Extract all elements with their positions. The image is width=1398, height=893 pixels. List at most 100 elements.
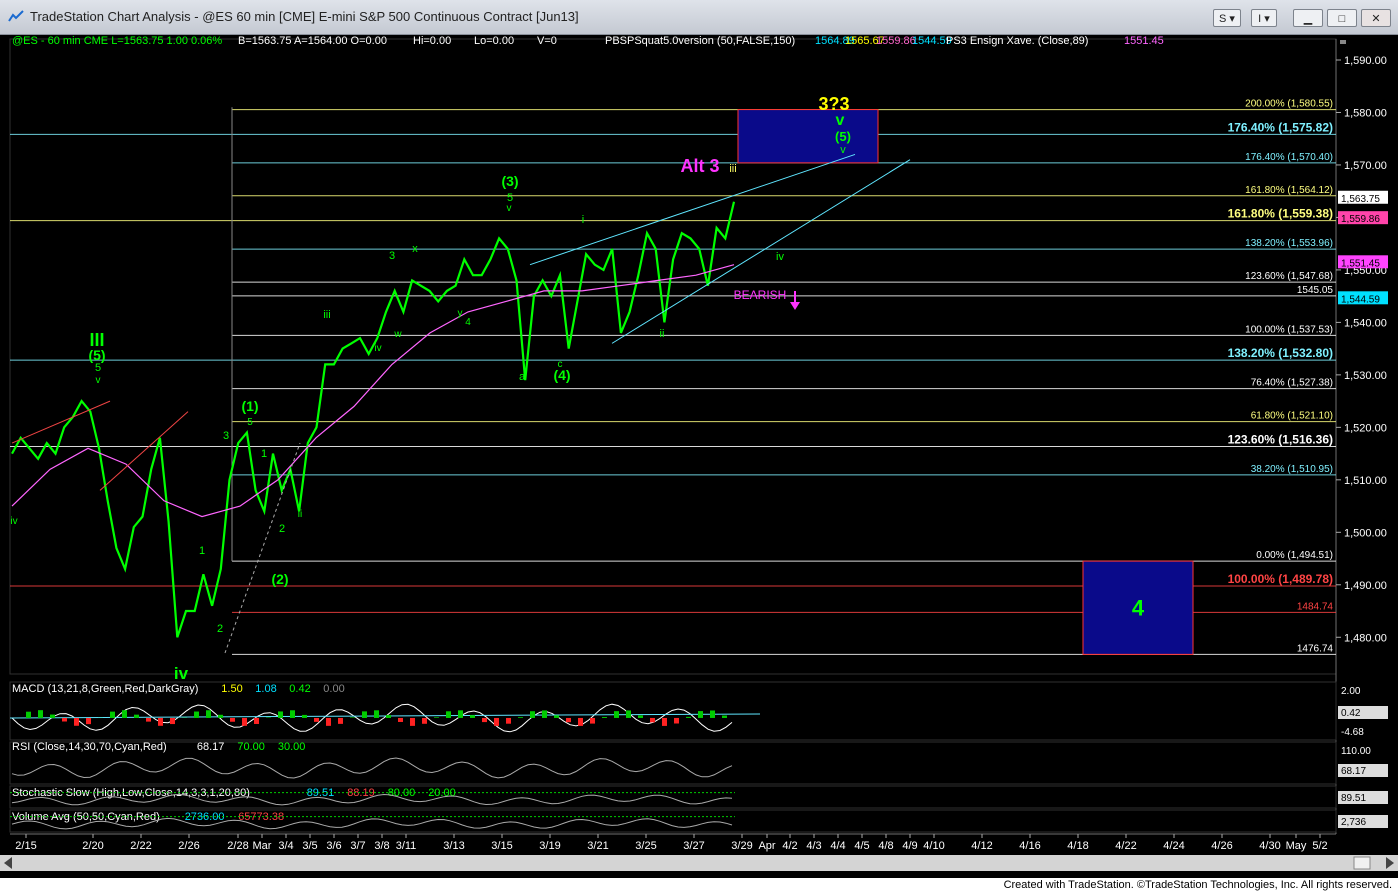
x-tick-label: 3/29: [731, 840, 752, 852]
chart-resize-handle[interactable]: [1340, 40, 1346, 44]
app-icon: [8, 10, 24, 22]
macd-histogram-bar: [146, 717, 151, 722]
x-tick-label: 4/8: [878, 840, 893, 852]
wave-label-24: (5): [88, 347, 105, 363]
fib-label-3: 161.80% (1,564.12): [1245, 185, 1333, 196]
macd-histogram-bar: [650, 717, 655, 723]
header-text-5: PBSPSquat5.0version (50,FALSE,150): [605, 35, 795, 47]
macd-histogram-bar: [482, 717, 487, 723]
fib-label-17: 1476.74: [1297, 643, 1334, 654]
y-tick-label: 1,510.00: [1344, 475, 1387, 487]
fib-label-4: 161.80% (1,559.38): [1228, 207, 1333, 221]
macd-histogram-bar: [434, 717, 439, 718]
macd-histogram-bar: [518, 717, 523, 718]
wave-label-29: 3: [223, 430, 229, 442]
x-tick-label: Mar: [253, 840, 272, 852]
macd-histogram-bar: [62, 717, 67, 722]
wave-label-3: v: [840, 144, 846, 156]
macd-histogram-bar: [206, 710, 211, 718]
x-tick-label: 5/2: [1312, 840, 1327, 852]
x-tick-label: 3/13: [443, 840, 464, 852]
y-tick-label: 1,500.00: [1344, 527, 1387, 539]
x-tick-label: 3/27: [683, 840, 704, 852]
s-button-label: S: [1219, 13, 1227, 25]
x-tick-label: 3/4: [278, 840, 293, 852]
x-tick-label: 2/28: [227, 840, 248, 852]
x-tick-label: 4/12: [971, 840, 992, 852]
x-tick-label: 4/26: [1211, 840, 1232, 852]
indicator-axis-label-stochastic-0: 89.51: [1341, 793, 1366, 804]
indicator-axis-label-macd-1: 0.42: [1341, 708, 1361, 719]
price-tag-text-1: 1,559.86: [1341, 214, 1380, 225]
window-titlebar: TradeStation Chart Analysis - @ES 60 min…: [0, 0, 1398, 35]
macd-histogram-bar: [74, 717, 79, 726]
wave-label-36: iv: [174, 664, 189, 683]
fib-label-7: 1545.05: [1297, 285, 1334, 296]
wave-label-6: (3): [501, 173, 518, 189]
wave-label-21: c: [558, 359, 563, 370]
maximize-button[interactable]: □: [1327, 9, 1357, 27]
header-text-4: V=0: [537, 35, 557, 47]
s-dropdown-button[interactable]: S ▾: [1213, 9, 1241, 27]
wave-label-17: iii: [323, 309, 330, 321]
macd-histogram-bar: [278, 711, 283, 718]
minimize-button[interactable]: ▁: [1293, 9, 1323, 27]
macd-histogram-bar: [506, 717, 511, 724]
indicator-value-rsi-1: 70.00: [237, 741, 265, 753]
wave-label-26: v: [96, 375, 101, 386]
macd-histogram-bar: [338, 717, 343, 724]
indicator-value-macd-0: 1.50: [221, 683, 242, 695]
macd-histogram-bar: [254, 717, 259, 724]
price-series-line: [11, 201, 736, 638]
y-tick-label: 1,530.00: [1344, 370, 1387, 382]
chart-area: 1,480.00 1,490.00 1,500.00 1,510.00 1,520.00…: [0, 35, 1398, 871]
macd-histogram-bar: [230, 717, 235, 722]
i-dropdown-button[interactable]: I ▾: [1251, 9, 1277, 27]
target-box-upper: [737, 109, 879, 164]
x-tick-label: 4/18: [1067, 840, 1088, 852]
wave-label-18: iv: [374, 343, 381, 354]
x-tick-label: 3/15: [491, 840, 512, 852]
indicator-value-volume-1: 65773.38: [238, 811, 284, 823]
wave-label-14: w: [393, 329, 402, 340]
macd-histogram-bar: [638, 715, 643, 718]
indicator-axis-label-macd-0: 2.00: [1341, 686, 1361, 697]
macd-histogram-bar: [26, 711, 31, 718]
macd-histogram-bar: [578, 717, 583, 726]
indicator-header-rsi: RSI (Close,14,30,70,Cyan,Red): [12, 741, 167, 753]
macd-histogram-bar: [134, 714, 139, 718]
wave-label-9: i: [582, 214, 584, 226]
close-button[interactable]: ✕: [1361, 9, 1391, 27]
fib-label-11: 61.80% (1,521.10): [1251, 411, 1333, 422]
x-tick-label: 3/6: [326, 840, 341, 852]
wave-label-22: a: [519, 371, 526, 383]
y-tick-label: 1,490.00: [1344, 580, 1387, 592]
wave-label-32: ii: [298, 509, 302, 520]
fib-label-1: 176.40% (1,575.82): [1228, 120, 1333, 134]
scrollbar-thumb[interactable]: [1353, 856, 1371, 870]
macd-histogram-bar: [410, 717, 415, 726]
fib-label-14: 0.00% (1,494.51): [1256, 550, 1333, 561]
footer: Created with TradeStation. ©TradeStation…: [0, 878, 1398, 893]
macd-histogram-bar: [722, 715, 727, 718]
header-text-10: PS3 Ensign Xave. (Close,89): [946, 35, 1088, 47]
fib-label-6: 123.60% (1,547.68): [1245, 271, 1333, 282]
x-tick-label: 4/5: [854, 840, 869, 852]
ema-series-line: [11, 264, 735, 518]
x-tick-label: 3/8: [374, 840, 389, 852]
wave-label-35: 2: [217, 623, 223, 635]
macd-histogram-bar: [290, 710, 295, 718]
macd-histogram-bar: [158, 717, 163, 726]
price-tag-text-0: 1,563.75: [1341, 194, 1380, 205]
x-tick-label: 4/24: [1163, 840, 1184, 852]
macd-histogram-bar: [710, 710, 715, 718]
bearish-arrow-head: [790, 302, 800, 310]
indicator-axis-label-rsi-0: 110.00: [1341, 746, 1371, 757]
wave-label-10: iv: [776, 251, 784, 263]
wave-label-34: 1: [199, 545, 205, 557]
wave-label-25: 5: [95, 362, 101, 374]
fib-label-0: 200.00% (1,580.55): [1245, 99, 1333, 110]
x-tick-label: 3/11: [396, 840, 417, 852]
wave-label-2: (5): [835, 129, 851, 144]
price-tag-text-2: 1,551.45: [1341, 258, 1380, 269]
